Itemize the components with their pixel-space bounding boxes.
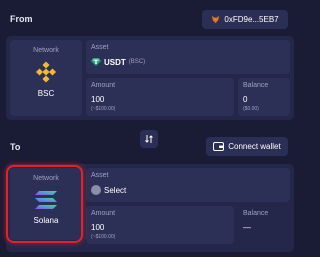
from-asset-label: Asset <box>91 44 109 51</box>
from-amount-fiat: (~$100.00) <box>91 106 116 112</box>
to-asset-placeholder: Select <box>104 185 127 195</box>
connect-wallet-button[interactable]: Connect wallet <box>206 137 288 156</box>
to-panel: Network Solana Asset Select Amount 100 (… <box>6 164 294 252</box>
from-amount-value: 100 <box>91 95 105 104</box>
to-amount-fiat: (~$100.00) <box>91 234 116 240</box>
to-section-label: To <box>10 142 21 152</box>
from-asset-symbol: USDT <box>104 57 126 67</box>
connect-wallet-label: Connect wallet <box>228 142 281 151</box>
bnb-chain-icon <box>35 61 57 83</box>
to-balance-label: Balance <box>243 210 269 217</box>
wallet-address: 0xFD9e...5EB7 <box>224 15 279 24</box>
solana-icon <box>35 191 57 209</box>
from-network-name: BSC <box>37 89 55 98</box>
to-network-name: Solana <box>33 216 59 225</box>
from-section-label: From <box>10 14 33 24</box>
from-network-label: Network <box>33 47 59 54</box>
from-balance-label: Balance <box>243 82 269 89</box>
from-asset-selector[interactable]: Asset USDT (BSC) <box>86 40 290 74</box>
swap-arrows-icon <box>145 135 153 143</box>
to-amount-value: 100 <box>91 223 105 232</box>
to-balance-value: — <box>243 223 251 232</box>
to-amount-label: Amount <box>91 210 116 217</box>
wallet-address-button[interactable]: 0xFD9e...5EB7 <box>202 10 288 29</box>
to-amount-field[interactable]: Amount 100 (~$100.00) <box>86 206 234 244</box>
wallet-icon <box>213 142 225 151</box>
tether-icon <box>91 58 101 66</box>
to-asset-label: Asset <box>91 172 109 179</box>
from-balance-fiat: ($0.00) <box>243 106 259 112</box>
from-balance-value: 0 <box>243 95 248 104</box>
from-panel: Network BSC Asset USDT (BSC) Amount 100 … <box>6 36 294 120</box>
swap-direction-button[interactable] <box>140 130 158 148</box>
from-amount-field[interactable]: Amount 100 (~$100.00) <box>86 78 234 116</box>
from-network-selector[interactable]: Network BSC <box>10 40 82 116</box>
to-network-selector[interactable]: Network Solana <box>10 168 82 240</box>
from-balance-box: Balance 0 ($0.00) <box>238 78 290 116</box>
to-network-label: Network <box>33 175 59 182</box>
from-amount-label: Amount <box>91 82 116 89</box>
metamask-fox-icon <box>212 15 220 24</box>
placeholder-token-icon <box>91 185 101 195</box>
to-asset-selector[interactable]: Asset Select <box>86 168 290 202</box>
to-balance-box: Balance — <box>238 206 290 244</box>
from-asset-chain: (BSC) <box>128 59 146 65</box>
